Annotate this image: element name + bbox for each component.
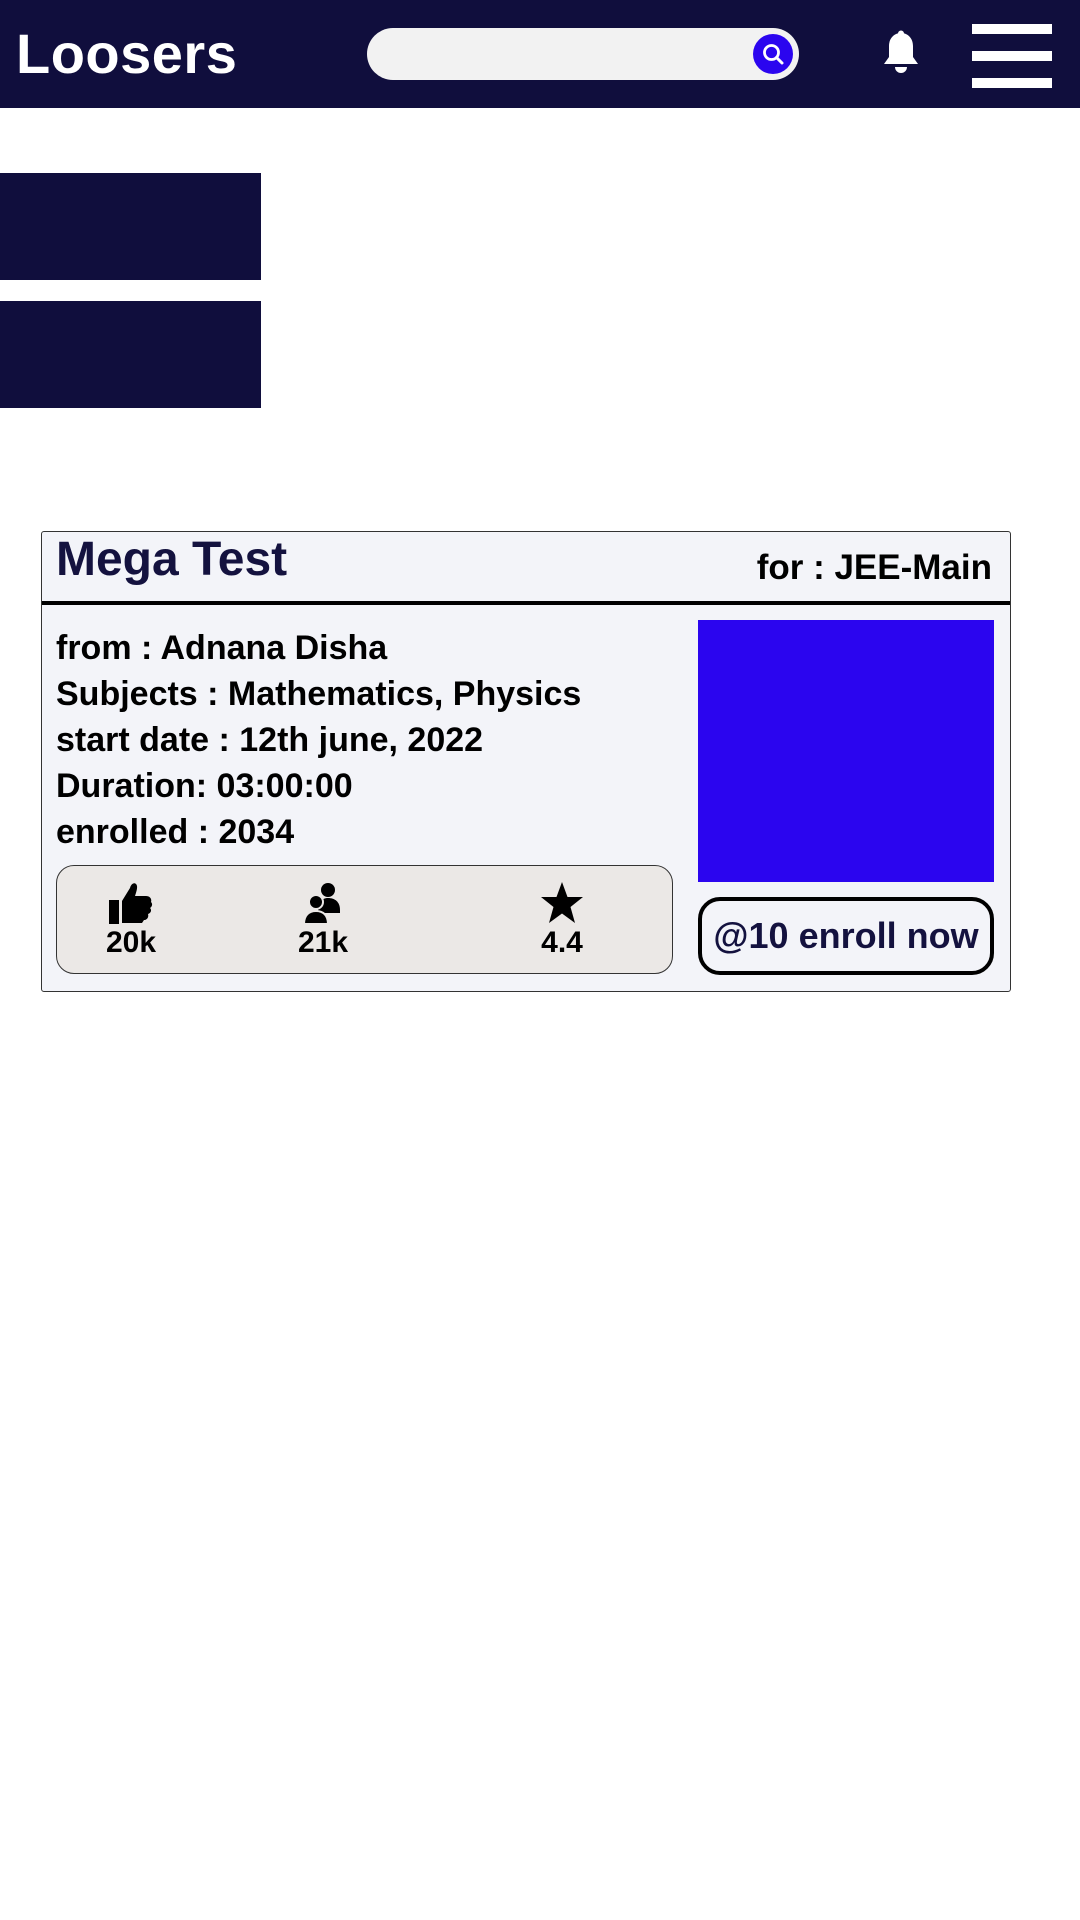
rating-stat[interactable]: 4.4 (502, 880, 622, 960)
side-nav-block-2[interactable] (0, 301, 261, 408)
bell-icon[interactable] (881, 30, 921, 76)
duration-line: Duration: 03:00:00 (56, 767, 353, 805)
likes-stat[interactable]: 20k (71, 880, 191, 960)
app-title[interactable]: Loosers (16, 22, 237, 86)
rating-value: 4.4 (541, 926, 583, 959)
enrolled-line: enrolled : 2034 (56, 813, 295, 851)
search-icon[interactable] (753, 34, 793, 74)
exam-label: for : JEE-Main (756, 548, 992, 587)
star-icon (541, 882, 583, 923)
thumbs-up-icon (109, 883, 153, 924)
author-line: from : Adnana Disha (56, 629, 388, 667)
side-nav-block-1[interactable] (0, 173, 261, 280)
hamburger-menu-icon[interactable] (972, 24, 1052, 88)
start-date-line: start date : 12th june, 2022 (56, 721, 484, 759)
likes-count: 20k (105, 926, 157, 959)
stats-panel: 20k 21k 4.4 (56, 865, 673, 974)
search-bar[interactable] (367, 28, 799, 80)
card-title: Mega Test (56, 533, 288, 586)
followers-count: 21k (297, 926, 349, 959)
test-thumbnail-image (698, 620, 994, 882)
top-navigation-bar: Loosers (0, 0, 1080, 108)
enroll-button[interactable]: @10 enroll now (698, 897, 994, 975)
followers-stat[interactable]: 21k (263, 880, 383, 960)
test-card: Mega Test for : JEE-Main from : Adnana D… (41, 531, 1011, 992)
search-input[interactable] (385, 36, 739, 74)
card-divider (42, 601, 1010, 605)
subjects-line: Subjects : Mathematics, Physics (56, 675, 582, 713)
users-icon (302, 883, 340, 925)
